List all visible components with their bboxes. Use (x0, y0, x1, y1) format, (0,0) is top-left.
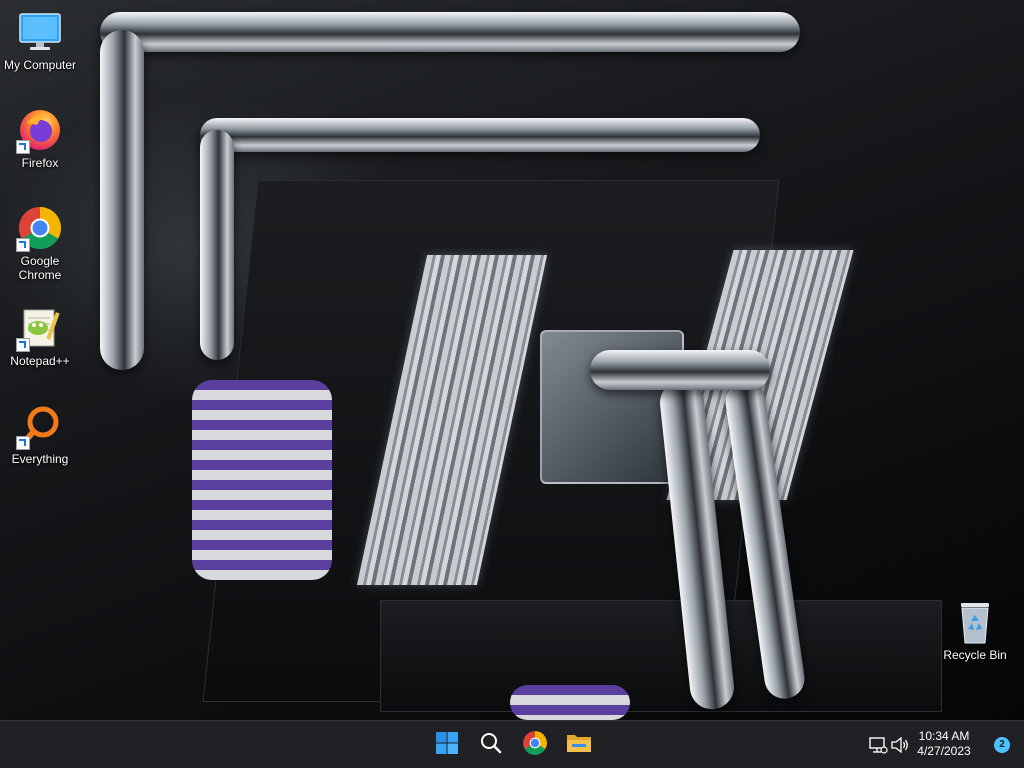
desktop-icon-firefox[interactable]: Firefox (2, 106, 78, 170)
clock-date: 4/27/2023 (917, 744, 971, 758)
desktop-icon-label: Google Chrome (18, 254, 62, 282)
windows-start-icon (435, 731, 459, 760)
system-tray: 10:34 AM 4/27/2023 2 (854, 721, 1024, 769)
desktop-icon-label: Recycle Bin (943, 648, 1007, 662)
desktop-icon-everything[interactable]: Everything (2, 402, 78, 466)
recycle-bin-icon (951, 598, 999, 646)
taskbar: 10:34 AM 4/27/2023 2 (0, 720, 1024, 768)
everything-icon (16, 402, 64, 450)
folder-icon (566, 732, 592, 759)
search-button[interactable] (473, 727, 509, 763)
notepadpp-icon (16, 304, 64, 352)
clock-time: 10:34 AM (918, 729, 970, 743)
firefox-icon (16, 106, 64, 154)
shortcut-arrow-icon (16, 238, 30, 252)
volume-icon[interactable] (890, 735, 910, 760)
desktop-icon-label: Firefox (21, 156, 59, 170)
desktop-icon-google-chrome[interactable]: Google Chrome (2, 204, 78, 282)
clock[interactable]: 10:34 AM 4/27/2023 (910, 729, 978, 759)
monitor-icon (16, 8, 64, 56)
taskbar-chrome-button[interactable] (517, 727, 553, 763)
desktop-icon-my-computer[interactable]: My Computer (2, 8, 78, 72)
shortcut-arrow-icon (16, 436, 30, 450)
shortcut-arrow-icon (16, 338, 30, 352)
chrome-icon (16, 204, 64, 252)
file-explorer-button[interactable] (561, 727, 597, 763)
start-button[interactable] (429, 727, 465, 763)
desktop-icon-label: My Computer (3, 58, 77, 72)
desktop[interactable]: My Computer Firefox Google Chrome Notepa… (0, 0, 1024, 720)
desktop-icon-label: Notepad++ (10, 354, 70, 368)
desktop-icon-label: Everything (11, 452, 69, 466)
desktop-icon-recycle-bin[interactable]: Recycle Bin (937, 598, 1013, 662)
desktop-icon-notepadpp[interactable]: Notepad++ (2, 304, 78, 368)
notification-badge[interactable]: 2 (994, 737, 1010, 753)
network-icon[interactable] (868, 735, 888, 760)
search-icon (479, 731, 503, 760)
shortcut-arrow-icon (16, 140, 30, 154)
chrome-icon (522, 730, 548, 761)
